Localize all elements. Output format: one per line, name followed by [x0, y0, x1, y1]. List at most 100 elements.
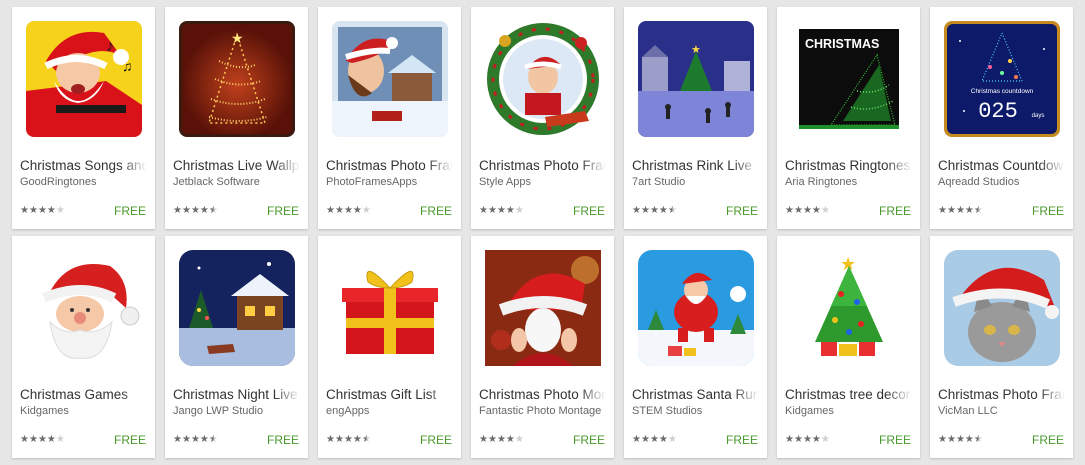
app-title[interactable]: Christmas Ringtones — [785, 158, 912, 174]
star-icon: ★ — [55, 205, 65, 216]
app-title[interactable]: Christmas Rink Live — [632, 158, 759, 174]
app-title[interactable]: Christmas Gift List — [326, 387, 453, 403]
gift-box-icon — [332, 250, 448, 366]
star-icon: ★ — [326, 205, 335, 216]
price-label: FREE — [1031, 433, 1064, 447]
star-icon: ★ — [802, 434, 812, 445]
app-card[interactable]: Christmas Photo Frames Style Apps ★★★★★ … — [471, 7, 614, 229]
star-icon: ★ — [640, 434, 650, 445]
app-card[interactable]: Christmas countdown 025 days Christmas C… — [930, 7, 1073, 229]
app-developer[interactable]: Aria Ringtones — [785, 175, 912, 189]
star-icon: ★ — [649, 434, 659, 445]
star-icon: ★ — [785, 205, 794, 216]
app-title[interactable]: Christmas Live Wallpaper — [173, 158, 300, 174]
star-icon: ★ — [632, 434, 641, 445]
svg-text:★: ★ — [231, 30, 244, 46]
app-developer[interactable]: Aqreadd Studios — [938, 175, 1065, 189]
price-label: FREE — [419, 433, 452, 447]
star-icon: ★ — [946, 205, 956, 216]
app-card[interactable]: ★ Christmas tree decoration Kidgames ★★★… — [777, 236, 920, 458]
app-developer[interactable]: Kidgames — [20, 404, 147, 418]
star-icon: ★ — [785, 434, 794, 445]
app-developer[interactable]: Jetblack Software — [173, 175, 300, 189]
glowing-tree-icon: ★ — [179, 21, 295, 137]
app-card[interactable]: Christmas Games Kidgames ★★★★★ FREE — [12, 236, 155, 458]
app-developer[interactable]: Style Apps — [479, 175, 606, 189]
app-developer[interactable]: PhotoFramesApps — [326, 175, 453, 189]
svg-text:Christmas countdown: Christmas countdown — [971, 88, 1034, 95]
star-icon: ★ — [632, 205, 641, 216]
star-icon: ★ — [946, 434, 956, 445]
star-icon: ★ — [173, 205, 182, 216]
star-icon: ★ — [334, 434, 344, 445]
star-icon: ★ — [820, 205, 830, 216]
app-developer[interactable]: Jango LWP Studio — [173, 404, 300, 418]
price-label: FREE — [113, 433, 146, 447]
ringtone-icon-text: CHRISTMAS — [805, 37, 879, 51]
price-label: FREE — [113, 204, 146, 218]
price-label: FREE — [572, 433, 605, 447]
app-title[interactable]: Christmas Countdown — [938, 158, 1065, 174]
app-card[interactable]: Christmas Night Live Jango LWP Studio ★★… — [165, 236, 308, 458]
app-developer[interactable]: 7art Studio — [632, 175, 759, 189]
rating-stars: ★★★★★ — [173, 434, 218, 446]
countdown-tree-icon: Christmas countdown 025 days — [944, 21, 1060, 137]
app-card[interactable]: ♪ ♫ Christmas Songs and GoodRingtones ★★… — [12, 7, 155, 229]
santa-face-icon — [26, 250, 142, 366]
app-developer[interactable]: engApps — [326, 404, 453, 418]
star-icon: ★ — [20, 205, 29, 216]
rating-stars: ★★★★★ — [632, 205, 677, 217]
star-icon: ★ — [361, 205, 371, 216]
app-card[interactable]: Christmas Photo Montage Fantastic Photo … — [471, 236, 614, 458]
app-title[interactable]: Christmas Photo Frames — [938, 387, 1065, 403]
star-icon: ★ — [496, 205, 506, 216]
price-label: FREE — [725, 204, 758, 218]
star-icon: ★ — [514, 205, 524, 216]
star-icon: ★ — [964, 434, 974, 445]
app-title[interactable]: Christmas tree decoration — [785, 387, 912, 403]
app-card[interactable]: Christmas Santa Run STEM Studios ★★★★★ F… — [624, 236, 767, 458]
star-icon: ★ — [640, 205, 650, 216]
app-developer[interactable]: VicMan LLC — [938, 404, 1065, 418]
app-developer[interactable]: GoodRingtones — [20, 175, 147, 189]
star-icon: ★ — [20, 434, 29, 445]
price-label: FREE — [725, 433, 758, 447]
app-title[interactable]: Christmas Games — [20, 387, 147, 403]
star-icon: ★ — [505, 205, 515, 216]
star-icon: ★ — [487, 205, 497, 216]
star-icon: ★ — [793, 434, 803, 445]
app-card[interactable]: Christmas Photo Frames PhotoFramesApps ★… — [318, 7, 461, 229]
running-santa-icon — [638, 250, 754, 366]
price-label: FREE — [878, 204, 911, 218]
app-title[interactable]: Christmas Santa Run — [632, 387, 759, 403]
svg-text:★: ★ — [691, 44, 701, 56]
app-grid: ♪ ♫ Christmas Songs and GoodRingtones ★★… — [0, 0, 1085, 465]
app-title[interactable]: Christmas Photo Montage — [479, 387, 606, 403]
rating-stars: ★★★★★ — [326, 434, 371, 446]
star-icon: ★ — [46, 434, 56, 445]
app-developer[interactable]: Fantastic Photo Montage — [479, 404, 606, 418]
star-icon: ★ — [334, 205, 344, 216]
star-icon: ★ — [352, 205, 362, 216]
app-title[interactable]: Christmas Photo Frames — [479, 158, 606, 174]
app-developer[interactable]: STEM Studios — [632, 404, 759, 418]
app-card[interactable]: ★ Christmas Live Wallpaper Jetblack Soft… — [165, 7, 308, 229]
app-developer[interactable]: Kidgames — [785, 404, 912, 418]
santa-singing-icon: ♪ ♫ — [26, 21, 142, 137]
christmas-ringtone-icon: CHRISTMAS — [791, 21, 907, 137]
rating-stars: ★★★★★ — [20, 205, 65, 217]
star-icon: ★ — [667, 434, 677, 445]
star-icon: ★ — [28, 205, 38, 216]
app-card[interactable]: ★ Christmas Rink Live 7art Studio ★★★★★ … — [624, 7, 767, 229]
rating-stars: ★★★★★ — [479, 434, 524, 446]
app-card[interactable]: Christmas Photo Frames VicMan LLC ★★★★★ … — [930, 236, 1073, 458]
svg-text:025: 025 — [978, 99, 1018, 124]
price-label: FREE — [1031, 204, 1064, 218]
star-icon: ★ — [479, 205, 488, 216]
app-card[interactable]: CHRISTMAS Christmas Ringtones Aria Ringt… — [777, 7, 920, 229]
app-title[interactable]: Christmas Night Live — [173, 387, 300, 403]
rating-stars: ★★★★★ — [785, 434, 830, 446]
app-title[interactable]: Christmas Songs and — [20, 158, 147, 174]
app-card[interactable]: Christmas Gift List engApps ★★★★★ FREE — [318, 236, 461, 458]
app-title[interactable]: Christmas Photo Frames — [326, 158, 453, 174]
